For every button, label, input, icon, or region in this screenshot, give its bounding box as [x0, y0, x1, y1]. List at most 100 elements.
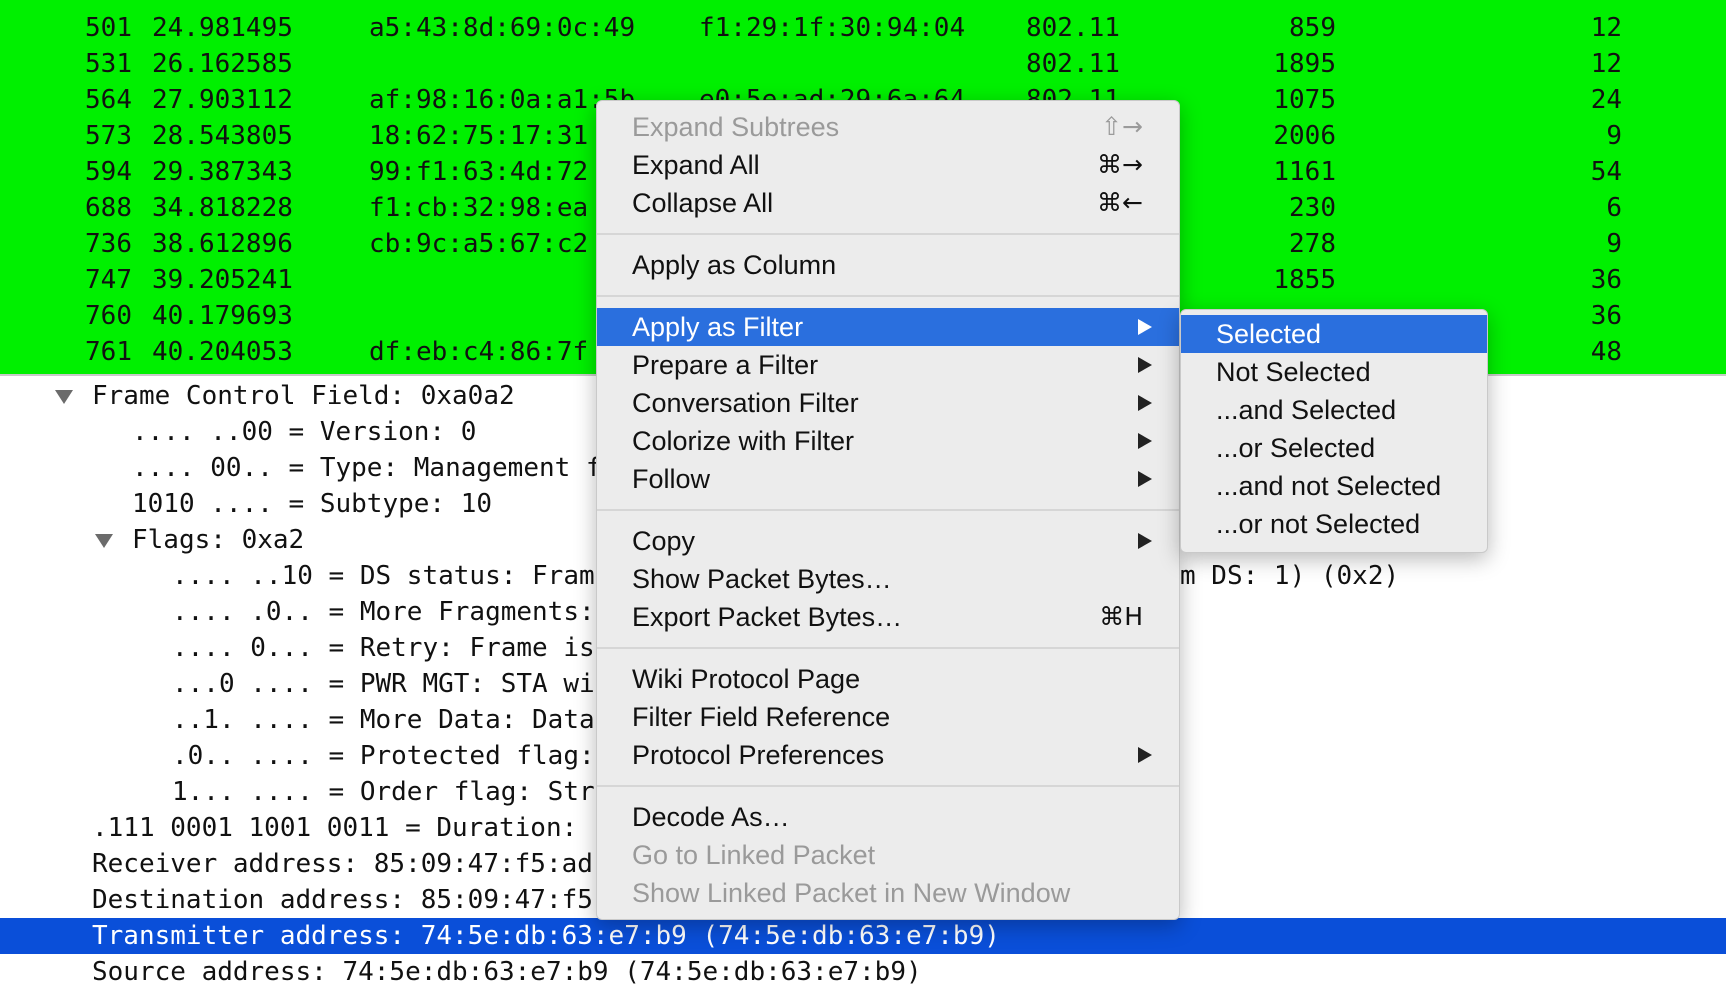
context-menu[interactable]: Expand Subtrees ⇧→ Expand All ⌘→ Collaps… [596, 100, 1180, 920]
menu-item-go-to-linked-packet[interactable]: Go to Linked Packet [597, 836, 1179, 874]
menu-item-label: Show Linked Packet in New Window [632, 878, 1071, 908]
tree-row-text: .111 0001 1001 0011 = Duration: [92, 813, 578, 843]
menu-item-show-linked-packet-new-window[interactable]: Show Linked Packet in New Window [597, 874, 1179, 912]
tree-row-text: Source address: 74:5e:db:63:e7:b9 (74:5e… [92, 957, 922, 987]
menu-item-label: ...and Selected [1216, 395, 1397, 425]
tree-row-text: .... ..00 = Version: 0 [132, 417, 477, 447]
packet-source: df:eb:c4:86:7f [369, 337, 589, 367]
tree-row-text: .... 0... = Retry: Frame is [172, 633, 595, 663]
packet-no: 736 [85, 229, 132, 259]
packet-time: 40.204053 [152, 337, 293, 367]
shortcut-label: ⌘H [1099, 602, 1143, 631]
submenu-item-or-selected[interactable]: ...or Selected [1181, 429, 1487, 467]
packet-time: 39.205241 [152, 265, 293, 295]
packet-protocol: 802.11 [1026, 49, 1120, 79]
packet-protocol: 802.11 [1026, 13, 1120, 43]
menu-item-label: Copy [632, 526, 696, 556]
menu-separator [597, 233, 1179, 235]
menu-item-collapse-all[interactable]: Collapse All ⌘← [597, 184, 1179, 222]
submenu-item-and-selected[interactable]: ...and Selected [1181, 391, 1487, 429]
menu-item-label: Decode As… [632, 802, 790, 832]
packet-no: 564 [85, 85, 132, 115]
packet-length: 1855 [1273, 265, 1336, 295]
packet-info: 9 [1606, 121, 1622, 151]
packet-length: 1161 [1273, 157, 1336, 187]
menu-item-label: ...and not Selected [1216, 471, 1442, 501]
menu-item-filter-field-reference[interactable]: Filter Field Reference [597, 698, 1179, 736]
apply-as-filter-submenu[interactable]: Selected Not Selected ...and Selected ..… [1180, 309, 1488, 553]
packet-no: 531 [85, 49, 132, 79]
packet-destination: f1:29:1f:30:94:04 [699, 13, 966, 43]
packet-info: 12 [1590, 13, 1622, 43]
packet-no: 688 [85, 193, 132, 223]
menu-item-export-packet-bytes[interactable]: Export Packet Bytes… ⌘H [597, 598, 1179, 636]
packet-length: 230 [1289, 193, 1336, 223]
menu-item-label: Wiki Protocol Page [632, 664, 861, 694]
menu-item-label: Expand All [632, 150, 760, 180]
menu-item-label: ...or Selected [1216, 433, 1376, 463]
packet-no: 747 [85, 265, 132, 295]
tree-row-text: Frame Control Field: 0xa0a2 [92, 381, 515, 411]
tree-row[interactable]: Source address: 74:5e:db:63:e7:b9 (74:5e… [0, 954, 1726, 990]
tree-row-selected[interactable]: Transmitter address: 74:5e:db:63:e7:b9 (… [0, 918, 1726, 954]
submenu-arrow-icon [1138, 471, 1152, 487]
packet-info: 36 [1590, 301, 1622, 331]
disclosure-triangle-icon[interactable] [95, 534, 113, 548]
submenu-item-selected[interactable]: Selected [1181, 315, 1487, 353]
packet-info: 36 [1590, 265, 1622, 295]
menu-separator [597, 509, 1179, 511]
submenu-arrow-icon [1138, 433, 1152, 449]
menu-item-label: Not Selected [1216, 357, 1371, 387]
tree-row-text: Receiver address: 85:09:47:f5:ad [92, 849, 593, 879]
menu-item-protocol-preferences[interactable]: Protocol Preferences [597, 736, 1179, 774]
packet-no: 761 [85, 337, 132, 367]
shortcut-label: ⌘→ [1097, 150, 1143, 179]
tree-row-text-tail: m DS: 1) (0x2) [1180, 561, 1400, 591]
packet-time: 27.903112 [152, 85, 293, 115]
menu-item-wiki-protocol-page[interactable]: Wiki Protocol Page [597, 660, 1179, 698]
disclosure-triangle-icon[interactable] [55, 390, 73, 404]
packet-info: 6 [1606, 193, 1622, 223]
menu-item-expand-all[interactable]: Expand All ⌘→ [597, 146, 1179, 184]
submenu-arrow-icon [1138, 747, 1152, 763]
submenu-item-not-selected[interactable]: Not Selected [1181, 353, 1487, 391]
submenu-item-and-not-selected[interactable]: ...and not Selected [1181, 467, 1487, 505]
tree-row-text: 1... .... = Order flag: Str [172, 777, 595, 807]
menu-item-apply-as-filter[interactable]: Apply as Filter [597, 308, 1179, 346]
menu-item-label: Colorize with Filter [632, 426, 855, 456]
shortcut-label: ⇧→ [1101, 112, 1143, 141]
packet-no: 573 [85, 121, 132, 151]
menu-item-label: Apply as Filter [632, 312, 804, 342]
packet-row[interactable]: 501 24.981495 a5:43:8d:69:0c:49 f1:29:1f… [0, 10, 1726, 46]
menu-item-label: Follow [632, 464, 711, 494]
tree-row-text: ...0 .... = PWR MGT: STA wi [172, 669, 595, 699]
submenu-item-or-not-selected[interactable]: ...or not Selected [1181, 505, 1487, 543]
menu-item-apply-as-column[interactable]: Apply as Column [597, 246, 1179, 284]
menu-item-follow[interactable]: Follow [597, 460, 1179, 498]
packet-info: 9 [1606, 229, 1622, 259]
submenu-arrow-icon [1138, 533, 1152, 549]
submenu-arrow-icon [1138, 319, 1152, 335]
menu-item-conversation-filter[interactable]: Conversation Filter [597, 384, 1179, 422]
packet-row[interactable]: 531 26.162585 802.11 1895 12 [0, 46, 1726, 82]
menu-item-label: Conversation Filter [632, 388, 859, 418]
menu-item-show-packet-bytes[interactable]: Show Packet Bytes… [597, 560, 1179, 598]
packet-info: 48 [1590, 337, 1622, 367]
menu-item-expand-subtrees[interactable]: Expand Subtrees ⇧→ [597, 108, 1179, 146]
menu-item-decode-as[interactable]: Decode As… [597, 798, 1179, 836]
packet-info: 54 [1590, 157, 1622, 187]
tree-row-text: .0.. .... = Protected flag: [172, 741, 595, 771]
menu-separator [597, 295, 1179, 297]
menu-item-copy[interactable]: Copy [597, 522, 1179, 560]
packet-length: 1895 [1273, 49, 1336, 79]
packet-source: f1:cb:32:98:ea [369, 193, 589, 223]
tree-row-text: ..1. .... = More Data: Data [172, 705, 595, 735]
packet-time: 24.981495 [152, 13, 293, 43]
menu-item-prepare-a-filter[interactable]: Prepare a Filter [597, 346, 1179, 384]
menu-item-label: Apply as Column [632, 250, 837, 280]
menu-item-colorize-with-filter[interactable]: Colorize with Filter [597, 422, 1179, 460]
tree-row-text: .... .0.. = More Fragments: [172, 597, 595, 627]
packet-source: cb:9c:a5:67:c2 [369, 229, 589, 259]
packet-source: a5:43:8d:69:0c:49 [369, 13, 636, 43]
packet-source: 18:62:75:17:31 [369, 121, 589, 151]
